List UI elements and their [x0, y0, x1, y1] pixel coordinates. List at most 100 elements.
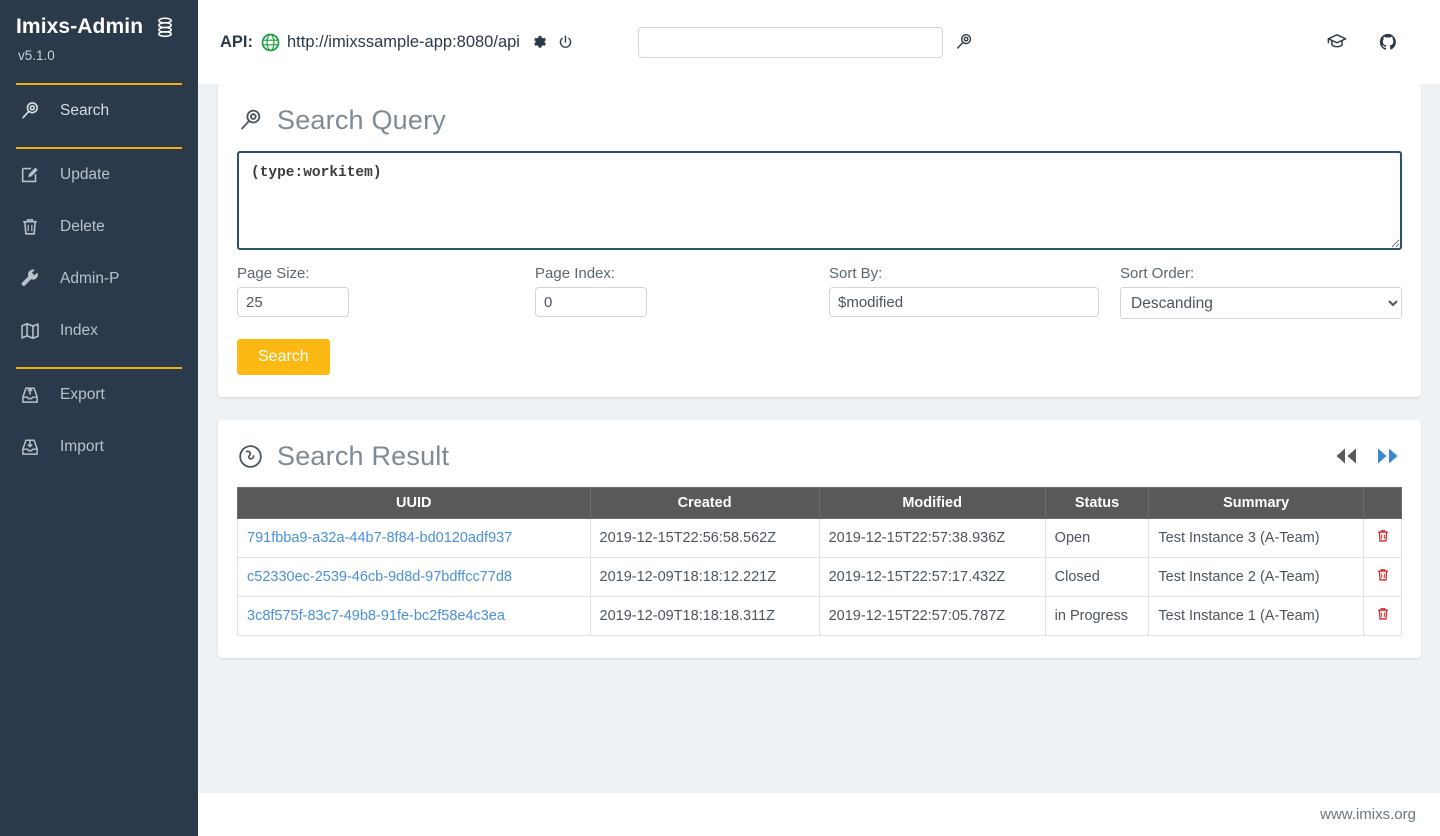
page-size-field: Page Size:: [237, 265, 535, 319]
main-region: API: http://imixssample-app:8080/api Sea…: [198, 0, 1440, 836]
page-index-label: Page Index:: [535, 265, 616, 282]
cell-modified: 2019-12-15T22:57:17.432Z: [818, 557, 1046, 597]
uuid-link[interactable]: c52330ec-2539-46cb-9d8d-97bdffcc77d8: [247, 569, 512, 585]
column-header-uuid[interactable]: UUID: [237, 487, 591, 519]
map-icon: [18, 319, 42, 343]
api-url: http://imixssample-app:8080/api: [287, 32, 520, 51]
results-table: UUID Created Modified Status Summary 791…: [237, 487, 1402, 636]
topbar-search-group: [637, 26, 974, 58]
uuid-link[interactable]: 3c8f575f-83c7-49b8-91fe-bc2f58e4c3ea: [247, 608, 505, 624]
cell-uuid: 3c8f575f-83c7-49b8-91fe-bc2f58e4c3ea: [237, 596, 591, 636]
app-root: Imixs-Admin v5.1.0 Search Update Delete …: [0, 0, 1440, 836]
page-size-label: Page Size:: [237, 265, 310, 282]
double-arrow-right-icon[interactable]: [1374, 445, 1402, 467]
cell-summary: Test Instance 1 (A-Team): [1148, 596, 1364, 636]
topbar-links: [1326, 31, 1419, 53]
sidebar-item-label: Search: [60, 102, 110, 119]
column-header-status[interactable]: Status: [1044, 487, 1150, 519]
sidebar-header: Imixs-Admin v5.1.0: [0, 0, 198, 73]
cell-uuid: c52330ec-2539-46cb-9d8d-97bdffcc77d8: [237, 557, 591, 597]
sort-order-label: Sort Order:: [1120, 265, 1195, 282]
sort-order-select[interactable]: DescandingAscending: [1120, 287, 1402, 319]
page-title: Search Query: [277, 105, 446, 135]
sort-order-field: Sort Order: DescandingAscending: [1120, 265, 1402, 319]
cell-status: Open: [1044, 518, 1150, 558]
green-globe-status-icon: [261, 33, 280, 52]
content-area: Search Query Page Size: Page Index:: [198, 84, 1440, 792]
gear-icon[interactable]: [531, 34, 548, 51]
cell-created: 2019-12-15T22:56:58.562Z: [589, 518, 820, 558]
sidebar-item-label: Delete: [60, 218, 105, 235]
query-textarea[interactable]: [237, 151, 1402, 250]
github-icon[interactable]: [1378, 32, 1398, 52]
sidebar-item-import[interactable]: Import: [0, 421, 198, 473]
results-table-head: UUID Created Modified Status Summary: [237, 487, 1402, 519]
column-header-modified[interactable]: Modified: [818, 487, 1046, 519]
topbar: API: http://imixssample-app:8080/api: [198, 0, 1440, 84]
cell-modified: 2019-12-15T22:57:38.936Z: [818, 518, 1046, 558]
table-row: 791fbba9-a32a-44b7-8f84-bd0120adf937 2019…: [237, 518, 1402, 558]
search-result-title: Search Result: [277, 441, 450, 471]
table-header-row: UUID Created Modified Status Summary: [237, 487, 1402, 519]
app-version: v5.1.0: [18, 48, 55, 63]
cell-actions: [1363, 596, 1402, 636]
database-stack-icon[interactable]: [154, 16, 176, 38]
search-query-panel: Search Query Page Size: Page Index:: [218, 84, 1421, 397]
sidebar-item-search[interactable]: Search: [0, 85, 198, 137]
api-label: API:: [220, 32, 253, 51]
column-header-actions: [1363, 487, 1402, 519]
sidebar-item-label: Import: [60, 438, 104, 455]
wrench-icon: [18, 267, 42, 291]
uuid-link[interactable]: 791fbba9-a32a-44b7-8f84-bd0120adf937: [247, 530, 512, 546]
sidebar-item-delete[interactable]: Delete: [0, 201, 198, 253]
trash-icon[interactable]: [1375, 605, 1391, 623]
app-title: Imixs-Admin: [16, 15, 144, 38]
magnifier-icon: [237, 107, 264, 134]
column-header-created[interactable]: Created: [589, 487, 820, 519]
sidebar-item-label: Index: [60, 322, 98, 339]
results-table-body: 791fbba9-a32a-44b7-8f84-bd0120adf937 2019…: [237, 518, 1402, 636]
sidebar-item-label: Update: [60, 166, 110, 183]
cell-summary: Test Instance 2 (A-Team): [1148, 557, 1364, 597]
import-inbox-icon: [18, 435, 42, 459]
cell-created: 2019-12-09T18:18:12.221Z: [589, 557, 820, 597]
column-header-summary[interactable]: Summary: [1148, 487, 1364, 519]
sidebar-item-admin-p[interactable]: Admin-P: [0, 253, 198, 305]
power-icon[interactable]: [557, 34, 574, 51]
cell-modified: 2019-12-15T22:57:05.787Z: [818, 596, 1046, 636]
trash-icon[interactable]: [1375, 527, 1391, 545]
globe-circle-icon: [237, 443, 264, 470]
sidebar-item-update[interactable]: Update: [0, 149, 198, 201]
search-result-panel: Search Result UUID Created Modified Stat…: [218, 420, 1421, 658]
sidebar-item-label: Admin-P: [60, 270, 120, 287]
search-input[interactable]: [637, 26, 943, 58]
double-arrow-left-icon[interactable]: [1332, 445, 1360, 467]
graduation-cap-icon[interactable]: [1326, 31, 1348, 53]
pagination-controls: [1332, 445, 1402, 467]
cell-status: in Progress: [1044, 596, 1150, 636]
page-index-field: Page Index:: [535, 265, 829, 319]
sort-by-input[interactable]: [829, 287, 1099, 317]
sidebar-group-manage: Update Delete Admin-P Index: [0, 149, 198, 357]
page-index-input[interactable]: [535, 287, 647, 317]
sort-by-label: Sort By:: [829, 265, 883, 282]
page-size-input[interactable]: [237, 287, 349, 317]
cell-actions: [1363, 557, 1402, 597]
edit-pencil-icon: [18, 163, 42, 187]
export-outbox-icon: [18, 383, 42, 407]
table-row: 3c8f575f-83c7-49b8-91fe-bc2f58e4c3ea 2019…: [237, 596, 1402, 636]
sidebar-group-primary: Search: [0, 85, 198, 137]
search-icon[interactable]: [954, 32, 974, 52]
search-query-header: Search Query: [237, 104, 1402, 136]
sidebar: Imixs-Admin v5.1.0 Search Update Delete …: [0, 0, 198, 836]
trash-icon: [18, 215, 42, 239]
cell-uuid: 791fbba9-a32a-44b7-8f84-bd0120adf937: [237, 518, 591, 558]
cell-created: 2019-12-09T18:18:18.311Z: [589, 596, 820, 636]
search-button[interactable]: Search: [237, 339, 330, 375]
sidebar-item-label: Export: [60, 386, 105, 403]
sidebar-item-index[interactable]: Index: [0, 305, 198, 357]
sidebar-item-export[interactable]: Export: [0, 369, 198, 421]
sidebar-group-transfer: Export Import: [0, 369, 198, 473]
search-result-header: Search Result: [237, 440, 1402, 472]
trash-icon[interactable]: [1375, 566, 1391, 584]
